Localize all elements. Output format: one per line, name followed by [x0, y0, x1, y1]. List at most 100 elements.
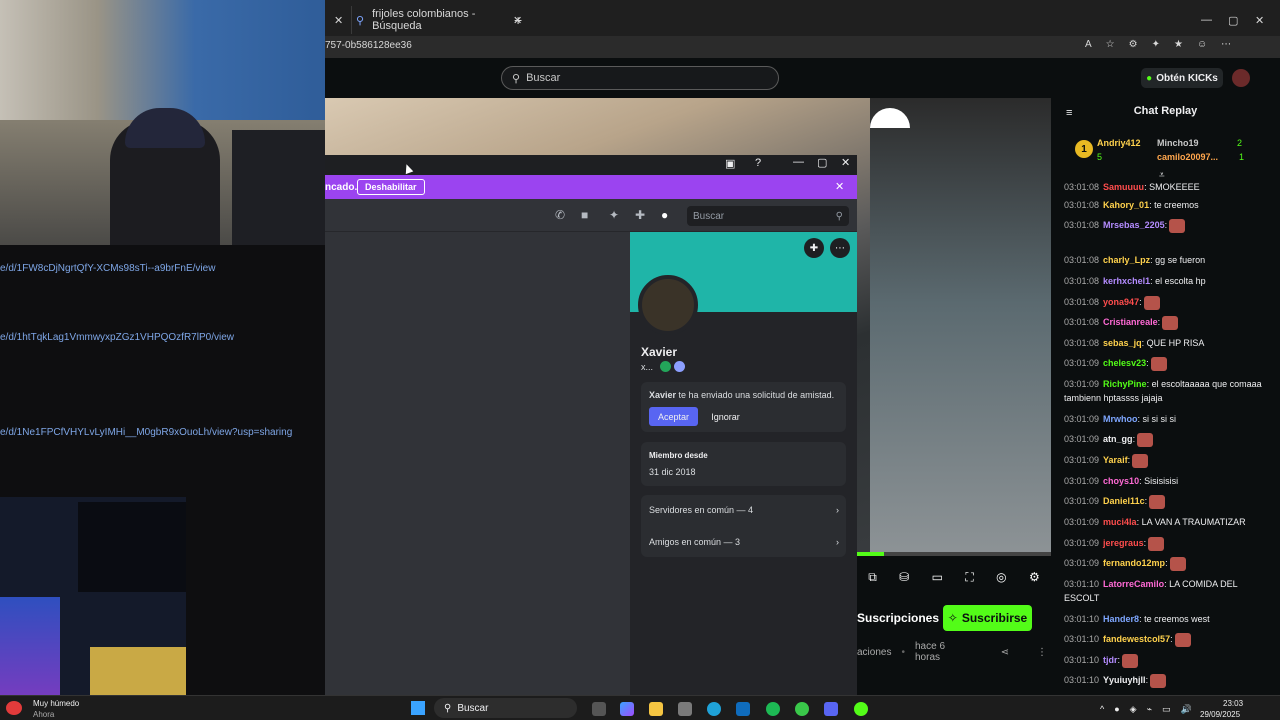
maximize-icon[interactable]: ▢	[1228, 6, 1238, 34]
disable-button[interactable]: Deshabilitar	[357, 179, 425, 195]
chat-username[interactable]: Kahory_01	[1103, 200, 1149, 210]
outlook-icon[interactable]	[736, 702, 750, 716]
chat-timestamp: 03:01:09	[1064, 517, 1100, 527]
request-message: Xavier te ha enviado una solicitud de am…	[649, 390, 834, 400]
drive-link-1[interactable]: e/d/1FW8cDjNgrtQfY-XCMs98sTi--a9brFnE/vi…	[0, 263, 215, 274]
second-gifter-count: 2	[1237, 138, 1243, 148]
chat-timestamp: 03:01:09	[1064, 379, 1100, 389]
browser-toolbar-icons[interactable]: A☆⚙✦★☺⋯	[1085, 39, 1245, 50]
screen-share-icon[interactable]: ▣	[725, 157, 735, 170]
chat-username[interactable]: Yaraif	[1103, 455, 1128, 465]
video-call-icon[interactable]: ■	[581, 208, 588, 222]
taskbar-search[interactable]: ⚲ Buscar	[434, 698, 577, 718]
address-bar[interactable]: 757-0b586128ee36 A☆⚙✦★☺⋯	[325, 36, 1280, 58]
pin-icon[interactable]: ✦	[609, 208, 619, 222]
chat-message: 03:01:08 Samuuuu: SMOKEEEE	[1064, 180, 1264, 194]
file-explorer-icon[interactable]	[649, 702, 663, 716]
minimize-icon[interactable]: —	[1201, 6, 1212, 34]
chat-timestamp: 03:01:10	[1064, 579, 1100, 589]
emote-icon	[1149, 494, 1166, 509]
discord-maximize-icon[interactable]: ▢	[817, 156, 827, 169]
mutual-friends-row[interactable]: Amigos en común — 3 ›	[649, 537, 839, 547]
chat-text: :	[1143, 538, 1147, 548]
chat-username[interactable]: muci4la	[1103, 517, 1137, 527]
chat-username[interactable]: Hander8	[1103, 614, 1139, 624]
spotify-icon[interactable]	[766, 702, 780, 716]
banner-close-icon[interactable]: ✕	[835, 180, 844, 193]
chat-username[interactable]: fandewestcol57	[1103, 634, 1170, 644]
system-tray-icons[interactable]: ^●◈⌁▭🔊	[1100, 704, 1202, 715]
mutual-friends-label: Amigos en común — 3	[649, 537, 741, 547]
pip-icon[interactable]: ⧉	[868, 570, 877, 585]
chat-username[interactable]: charly_Lpz	[1103, 255, 1150, 265]
help-icon[interactable]: ?	[755, 157, 761, 169]
top-gifter-name: Andriy412	[1097, 138, 1141, 148]
settings-gear-icon[interactable]: ⚙	[1029, 570, 1040, 584]
chat-username[interactable]: choys10	[1103, 476, 1139, 486]
chat-username[interactable]: Mrwhoo	[1103, 414, 1138, 424]
banner-text: ncado.	[325, 182, 358, 193]
speed-icon[interactable]: ◎	[996, 570, 1006, 584]
task-view-icon[interactable]	[592, 702, 606, 716]
windows-start-icon[interactable]	[411, 701, 425, 715]
drive-link-2[interactable]: e/d/1htTqkLag1VmmwyxpZGz1VHPQOzfR7lP0/vi…	[0, 332, 234, 343]
weather-icon[interactable]	[6, 701, 22, 715]
copilot-icon[interactable]	[620, 702, 634, 716]
third-gifter-count: 1	[1239, 152, 1245, 162]
chat-username[interactable]: Samuuuu	[1103, 182, 1144, 192]
chat-username[interactable]: tjdr	[1103, 655, 1118, 665]
chat-message: 03:01:09 RichyPine: el escoltaaaaa que co…	[1064, 377, 1264, 405]
clock-time: 23:03	[1223, 699, 1244, 708]
chat-username[interactable]: Yyuiuyhjll	[1103, 675, 1146, 685]
add-friend-icon[interactable]: ✚	[635, 208, 645, 222]
kick-search-input[interactable]: ⚲ Buscar	[501, 66, 779, 90]
chat-username[interactable]: fernando12mp	[1103, 558, 1165, 568]
subscribe-button[interactable]: ✧ Suscribirse	[943, 605, 1032, 631]
call-icon[interactable]: ✆	[555, 208, 565, 222]
browser-tab[interactable]: ⚲ frijoles colombianos - Búsqueda	[351, 6, 527, 34]
more-icon[interactable]: ⋮	[1037, 647, 1047, 658]
chat-username[interactable]: chelesv23	[1103, 358, 1146, 368]
user-avatar[interactable]	[1232, 69, 1250, 87]
chat-username[interactable]: yona947	[1103, 297, 1139, 307]
discord-search-input[interactable]: Buscar ⚲	[687, 206, 849, 226]
edge-icon[interactable]	[707, 702, 721, 716]
chat-username[interactable]: LatorreCamilo	[1103, 579, 1164, 589]
profile-toggle-icon[interactable]: ●	[661, 208, 668, 222]
drive-link-3[interactable]: e/d/1Ne1FPCfVHYLvLyIMHi__M0gbR9xOuoLh/vi…	[0, 427, 292, 438]
fullscreen-icon[interactable]: ⛶	[965, 570, 973, 585]
get-kicks-button[interactable]: ● Obtén KICKs	[1141, 68, 1223, 88]
notice-banner: ncado. Deshabilitar ✕	[325, 175, 857, 199]
chat-username[interactable]: jeregraus	[1103, 538, 1144, 548]
chat-username[interactable]: RichyPine	[1103, 379, 1147, 389]
theater-icon[interactable]: ▭	[932, 570, 943, 584]
new-tab-button[interactable]: +	[514, 6, 522, 34]
emote-icon	[1143, 295, 1160, 310]
more-options-icon[interactable]: ⋯	[830, 238, 850, 258]
chat-username[interactable]: kerhxchel1	[1103, 276, 1150, 286]
chrome-icon[interactable]	[795, 702, 809, 716]
subscriptions-button[interactable]: Suscripciones	[857, 606, 939, 630]
close-tab-icon[interactable]: ✕	[334, 6, 343, 34]
chat-timestamp: 03:01:08	[1064, 220, 1100, 230]
clip-icon[interactable]: ⛁	[899, 570, 909, 584]
discord-minimize-icon[interactable]: —	[793, 156, 804, 168]
chat-message: 03:01:09 choys10: Sisisisisi	[1064, 474, 1264, 488]
chat-username[interactable]: Cristianreale	[1103, 317, 1158, 327]
chat-timestamp: 03:01:09	[1064, 538, 1100, 548]
mutual-servers-row[interactable]: Servidores en común — 4 ›	[649, 505, 839, 515]
share-icon[interactable]: ⋖	[1001, 647, 1009, 658]
accept-button[interactable]: Aceptar	[649, 407, 698, 426]
video-controls: ⧉ ⛁ ▭ ⛶ ◎ ⚙	[857, 556, 1051, 598]
discord-icon[interactable]	[824, 702, 838, 716]
kick-app-icon[interactable]	[854, 702, 868, 716]
chat-username[interactable]: atn_gg	[1103, 434, 1133, 444]
chat-username[interactable]: Mrsebas_2205	[1103, 220, 1165, 230]
add-friend-icon-2[interactable]: ✚	[804, 238, 824, 258]
discord-close-icon[interactable]: ✕	[841, 156, 850, 169]
chat-username[interactable]: Daniel11c	[1103, 496, 1145, 506]
ignore-button[interactable]: Ignorar	[703, 407, 748, 426]
close-window-icon[interactable]: ✕	[1255, 6, 1264, 34]
store-icon[interactable]	[678, 702, 692, 716]
chat-username[interactable]: sebas_jq	[1103, 338, 1142, 348]
